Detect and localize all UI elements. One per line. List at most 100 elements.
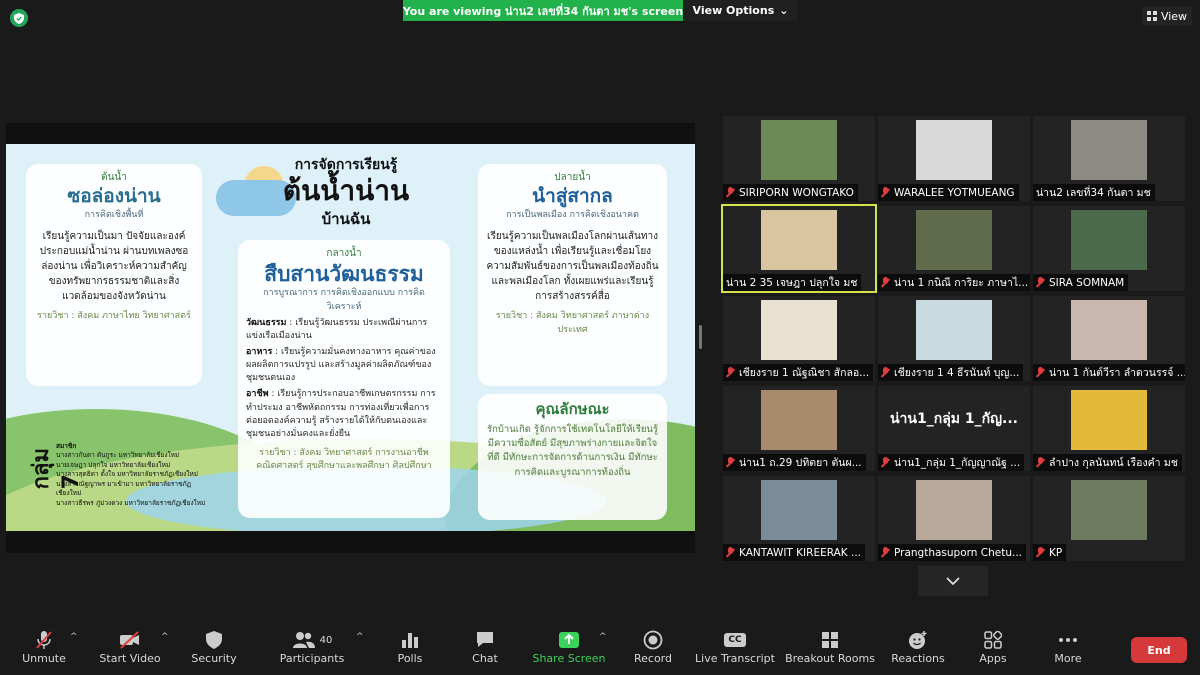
chevron-down-icon: ⌄ [779, 4, 789, 17]
participant-video [761, 300, 837, 360]
participant-name-label: SIRIPORN WONGTAKO [723, 184, 858, 201]
card-item: อาหาร : เรียนรู้ความมั่นคงทางอาหาร คุณค่… [246, 346, 442, 385]
participant-name-label: KANTAWIT KIREERAK ... [723, 544, 866, 561]
card-item: อาชีพ : เรียนรู้การประกอบอาชีพเกษตรกรรม … [246, 388, 442, 440]
share-options-caret-icon[interactable]: ^ [599, 632, 607, 642]
participant-name-label: WARALEE YOTMUEANG [878, 184, 1019, 201]
card-heading: ซอล่องน่าน [67, 185, 161, 207]
share-screen-button[interactable]: Share Screen [532, 628, 606, 674]
record-icon [643, 628, 663, 652]
microphone-muted-icon [1036, 457, 1045, 468]
participant-tile[interactable]: น่าน 1 กนิณี การิยะ ภาษาไ... [878, 206, 1030, 291]
participant-tile[interactable]: น่าน1_กลุ่ม 1_กัญ... น่าน1_กลุ่ม 1_กัญญาณ… [878, 386, 1030, 471]
participant-tile[interactable]: น่าน 2 35 เจษฎา ปลุกใจ มช [721, 204, 877, 293]
breakout-rooms-button[interactable]: Breakout Rooms [785, 628, 875, 674]
split-drag-handle[interactable] [699, 325, 702, 349]
card-kicker: ต้นน้ำ [101, 172, 127, 183]
cc-badge: CC [724, 633, 746, 647]
participant-name-label: น่าน 1 กนิณี การิยะ ภาษาไ... [878, 274, 1030, 291]
card-subjects: รายวิชา : สังคม วิทยาศาสตร์ การงานอาชีพ … [256, 447, 432, 472]
participant-tile[interactable]: เชียงราย 1 ณัฐณิชา สักลอ... [723, 296, 875, 381]
record-button[interactable]: Record [633, 628, 673, 674]
apps-button[interactable]: Apps [978, 628, 1008, 674]
live-transcript-button[interactable]: CC Live Transcript [695, 628, 775, 674]
zoom-meeting-window: You are viewing น่าน2 เลขที่34 กันตา มช'… [0, 0, 1200, 675]
shared-screen[interactable]: การจัดการเรียนรู้ ต้นน้ำน่าน บ้านฉัน ต้น… [6, 123, 695, 553]
participants-button[interactable]: 40 Participants [279, 628, 345, 674]
polls-button[interactable]: Polls [394, 628, 426, 674]
more-button[interactable]: More [1052, 628, 1084, 674]
participant-tile[interactable]: SIRIPORN WONGTAKO [723, 116, 875, 201]
apps-icon [984, 628, 1002, 652]
microphone-muted-icon [881, 547, 890, 558]
participant-tile[interactable]: น่าน 1 กันต์วีรา ลำดวนรรจ์ ... [1033, 296, 1185, 381]
participant-display-name: น่าน1_กลุ่ม 1_กัญ... [889, 411, 1018, 427]
participant-video [916, 480, 992, 540]
card-subheading: การเป็นพลเมือง การคิดเชิงอนาคต [506, 209, 639, 220]
participant-tile[interactable]: KP [1033, 476, 1185, 561]
member-name: นางสาวธีรพร ภู่ม่วงดวง มหาวิทยาลัยราชภัฏ… [56, 498, 206, 507]
participant-tile[interactable]: WARALEE YOTMUEANG [878, 116, 1030, 201]
participant-video [1071, 390, 1147, 450]
end-label: End [1147, 643, 1171, 657]
share-screen-icon [558, 628, 580, 652]
participant-tile[interactable]: SIRA SOMNAM [1033, 206, 1185, 291]
view-button[interactable]: View [1142, 6, 1192, 26]
card-kicker: กลางน้ำ [326, 248, 362, 259]
participant-name-label: น่าน1 ถ.29 ปทิตยา ตันผ... [723, 454, 866, 471]
reactions-button[interactable]: Reactions [891, 628, 945, 674]
item-label: อาหาร [246, 347, 273, 358]
view-button-label: View [1160, 9, 1188, 23]
group-members: สมาชิก นางสาวกันตา ตันกูระ มหาวิทยาลัยเช… [56, 442, 206, 508]
card-subheading: การบูรณาการ การคิดเชิงออกแบบ การคิดวิเคร… [263, 288, 425, 312]
slide-title-main: ต้นน้ำน่าน [282, 174, 410, 207]
chat-label: Chat [472, 652, 498, 665]
video-options-caret-icon[interactable]: ^ [161, 632, 169, 642]
microphone-muted-icon [881, 187, 890, 198]
card-heading: นำสู่สากล [532, 185, 613, 207]
participant-name-label: น่าน2 เลขที่34 กันตา มช [1033, 184, 1155, 201]
participant-tile[interactable]: Prangthasuporn Chetu... [878, 476, 1030, 561]
participant-tile[interactable]: ลำปาง กุลนันทน์ เรืองคำ มช [1033, 386, 1185, 471]
end-meeting-button[interactable]: End [1131, 637, 1187, 663]
item-text: : เรียนรู้การประกอบอาชีพเกษตรกรรม การทำป… [246, 389, 436, 439]
next-page-button[interactable] [918, 566, 988, 596]
closed-caption-icon: CC [724, 628, 746, 652]
participant-name: น่าน2 เลขที่34 กันตา มช [1036, 187, 1151, 199]
security-shield-icon[interactable] [10, 9, 28, 27]
participant-tile[interactable]: KANTAWIT KIREERAK ... [723, 476, 875, 561]
breakout-rooms-icon [821, 628, 839, 652]
chat-button[interactable]: Chat [470, 628, 500, 674]
card-subjects: รายวิชา : สังคม ภาษาไทย วิทยาศาสตร์ [37, 311, 191, 322]
participant-name: น่าน1_กลุ่ม 1_กัญญาณัฐ ... [894, 457, 1021, 469]
viewing-screen-banner: You are viewing น่าน2 เลขที่34 กันตา มช'… [403, 0, 683, 21]
microphone-muted-icon [881, 457, 890, 468]
card-heading: สืบสานวัฒนธรรม [264, 262, 424, 286]
card-subjects: รายวิชา : สังคม วิทยาศาสตร์ ภาษาต่างประเ… [495, 311, 650, 335]
microphone-muted-icon [726, 457, 735, 468]
participant-name: SIRA SOMNAM [1049, 276, 1125, 289]
view-options-button[interactable]: View Options ⌄ [683, 0, 798, 21]
security-button[interactable]: Security [190, 628, 238, 674]
participants-options-caret-icon[interactable]: ^ [356, 632, 364, 642]
participant-name: WARALEE YOTMUEANG [894, 186, 1015, 199]
start-video-button[interactable]: Start Video [98, 628, 162, 674]
microphone-muted-icon [1036, 547, 1045, 558]
audio-options-caret-icon[interactable]: ^ [70, 632, 78, 642]
card-body: รักบ้านเกิด รู้จักการใช้เทคโนโลยีให้เรีย… [487, 423, 658, 478]
participant-video [761, 210, 837, 270]
chevron-down-icon [946, 577, 960, 585]
participant-tile[interactable]: น่าน1 ถ.29 ปทิตยา ตันผ... [723, 386, 875, 471]
participant-tile[interactable]: เชียงราย 1 4 ธีรนันท์ บุญ... [878, 296, 1030, 381]
participant-name-label: KP [1033, 544, 1067, 561]
apps-label: Apps [979, 652, 1007, 665]
participant-name: เชียงราย 1 4 ธีรนันท์ บุญ... [894, 367, 1020, 379]
participant-name: น่าน 1 กนิณี การิยะ ภาษาไ... [894, 277, 1029, 289]
participant-tile[interactable]: น่าน2 เลขที่34 กันตา มช [1033, 116, 1185, 201]
item-text: : เรียนรู้ความมั่นคงทางอาหาร คุณค่าของผล… [246, 347, 436, 384]
card-kicker: ปลายน้ำ [554, 172, 591, 183]
participant-name: KANTAWIT KIREERAK ... [739, 546, 862, 559]
item-label: อาชีพ [246, 389, 269, 400]
unmute-button[interactable]: Unmute [18, 628, 70, 674]
card-item: วัฒนธรรม : เรียนรู้วัฒนธรรม ประเพณีผ่านก… [246, 317, 442, 343]
